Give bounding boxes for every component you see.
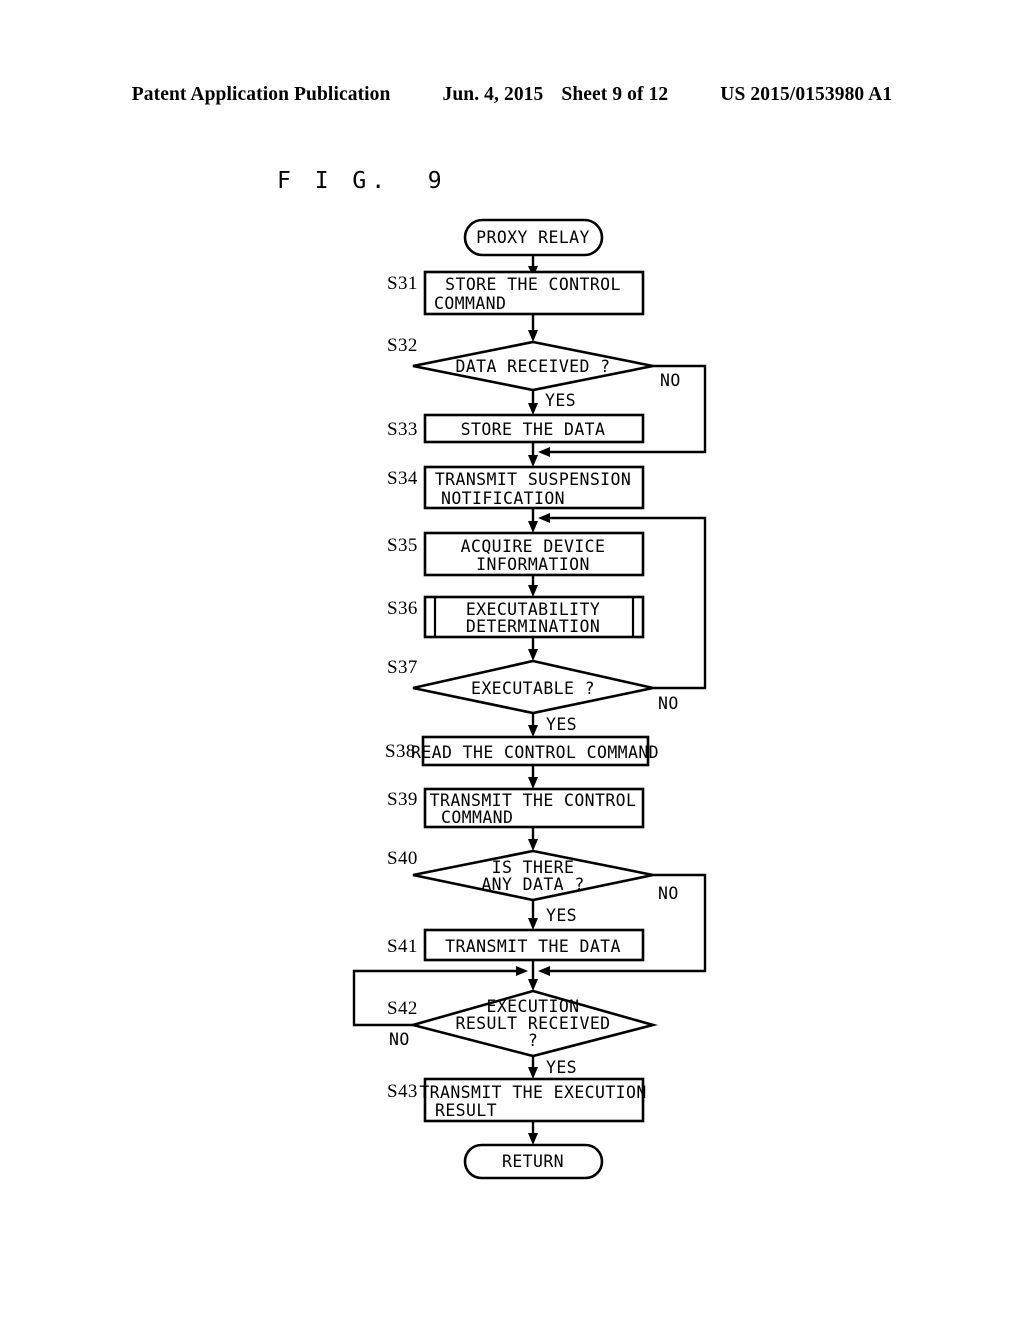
s43-step-number: S43 <box>387 1081 418 1102</box>
connector-s32-yes-to-s33 <box>528 390 538 415</box>
s32-yes-label: YES <box>545 391 576 410</box>
connector-s43-to-return <box>528 1121 538 1145</box>
s37-yes-label: YES <box>546 715 577 734</box>
return-terminator-label: RETURN <box>502 1152 564 1171</box>
patent-page: Patent Application Publication Jun. 4, 2… <box>0 0 1024 1320</box>
connector-s38-to-s39 <box>528 765 538 789</box>
s40-step-number: S40 <box>387 848 418 869</box>
connector-s36-to-s37 <box>528 637 538 661</box>
connector-s37-yes-to-s38 <box>528 713 538 737</box>
connector-s35-to-s36 <box>528 575 538 597</box>
connector-s39-to-s40 <box>528 827 538 851</box>
s34-line-1: TRANSMIT SUSPENSION <box>435 470 631 489</box>
s36-line-2: DETERMINATION <box>466 617 600 636</box>
s43-line-1: TRANSMIT THE EXECUTION <box>419 1083 646 1102</box>
s32-no-label: NO <box>660 371 681 390</box>
step-s34: TRANSMIT SUSPENSION NOTIFICATION S34 <box>387 465 645 510</box>
s43-line-2: RESULT <box>435 1101 497 1120</box>
s31-step-number: S31 <box>387 273 418 294</box>
step-s42: EXECUTION RESULT RECEIVED ? S42 YES NO <box>387 989 658 1077</box>
s33-step-number: S33 <box>387 419 418 440</box>
s42-yes-label: YES <box>546 1058 577 1077</box>
s36-step-number: S36 <box>387 598 418 619</box>
s33-line-1: STORE THE DATA <box>461 420 606 439</box>
s42-step-number: S42 <box>387 998 418 1019</box>
connector-s31-to-s32 <box>528 314 538 342</box>
step-s39: TRANSMIT THE CONTROL COMMAND S39 <box>387 787 645 829</box>
step-s35: ACQUIRE DEVICE INFORMATION S35 <box>387 531 645 577</box>
s34-step-number: S34 <box>387 468 418 489</box>
flowchart-diagram: PROXY RELAY STORE THE CONTROL COMMAND S3… <box>352 218 707 1180</box>
s35-step-number: S35 <box>387 535 418 556</box>
terminator-start: PROXY RELAY <box>463 218 604 257</box>
s37-step-number: S37 <box>387 657 418 678</box>
terminator-return: RETURN <box>463 1143 604 1180</box>
s37-no-label: NO <box>658 694 679 713</box>
s41-line-1: TRANSMIT THE DATA <box>445 937 621 956</box>
connector-s41-to-s42 <box>528 960 538 991</box>
s41-step-number: S41 <box>387 936 418 957</box>
s39-step-number: S39 <box>387 789 418 810</box>
step-s31: STORE THE CONTROL COMMAND S31 <box>387 270 645 316</box>
step-s36: EXECUTABILITY DETERMINATION S36 <box>387 595 645 639</box>
step-s41: TRANSMIT THE DATA S41 <box>387 928 645 962</box>
s38-step-number: S38 <box>385 741 416 762</box>
s40-yes-label: YES <box>546 906 577 925</box>
s35-line-1: ACQUIRE DEVICE <box>461 537 606 556</box>
s35-line-2: INFORMATION <box>476 555 590 574</box>
connector-s42-yes-to-s43 <box>528 1056 538 1079</box>
s39-line-2: COMMAND <box>441 808 513 827</box>
s42-no-label: NO <box>389 1030 410 1049</box>
connector-s40-yes-to-s41 <box>528 900 538 930</box>
s40-line-2: ANY DATA ? <box>481 875 584 894</box>
s42-line-3: ? <box>528 1031 538 1050</box>
step-s33: STORE THE DATA S33 <box>387 413 645 444</box>
s32-line-1: DATA RECEIVED ? <box>455 357 610 376</box>
connector-s34-to-s35 <box>528 508 538 533</box>
s31-line-2: COMMAND <box>434 294 506 313</box>
s40-no-label: NO <box>658 884 679 903</box>
step-s38: READ THE CONTROL COMMAND S38 <box>385 735 659 767</box>
connector-s33-to-s34 <box>528 442 538 467</box>
s32-step-number: S32 <box>387 335 418 356</box>
s37-line-1: EXECUTABLE ? <box>471 679 595 698</box>
s34-line-2: NOTIFICATION <box>441 489 565 508</box>
start-terminator-label: PROXY RELAY <box>476 228 590 247</box>
s38-line-1: READ THE CONTROL COMMAND <box>411 743 659 762</box>
step-s43: TRANSMIT THE EXECUTION RESULT S43 <box>387 1077 646 1123</box>
s31-line-1: STORE THE CONTROL <box>445 275 621 294</box>
